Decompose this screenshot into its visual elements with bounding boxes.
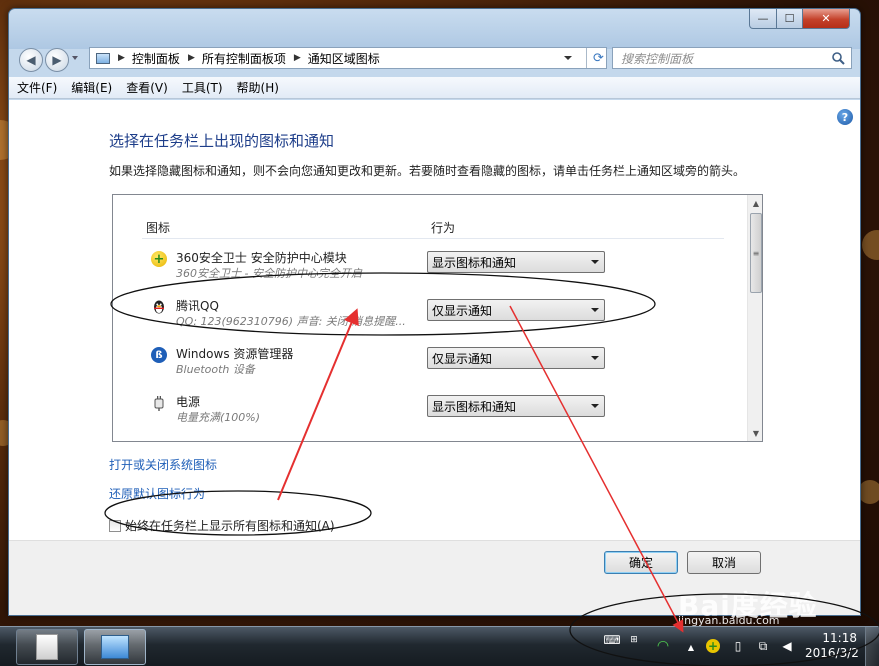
behavior-select[interactable]: 显示图标和通知 bbox=[427, 251, 605, 273]
checkbox-label: 始终在任务栏上显示所有图标和通知(A) bbox=[125, 519, 335, 533]
page-title: 选择在任务栏上出现的图标和通知 bbox=[109, 132, 335, 150]
list-item: 腾讯QQ QQ: 123(962310796) 声音: 关闭 消息提醒... 仅… bbox=[113, 293, 743, 337]
item-subtitle: Bluetooth 设备 bbox=[176, 363, 255, 376]
search-icon[interactable] bbox=[831, 51, 845, 65]
keyboard-icon[interactable]: ⌨ bbox=[603, 633, 620, 647]
notification-icons-list: 图标 行为 + 360安全卫士 安全防护中心模块 360安全卫士 - 安全防护中… bbox=[112, 194, 763, 442]
wallpaper-bokeh bbox=[862, 230, 879, 260]
breadcrumb-separator: ▶ bbox=[293, 53, 301, 63]
bluetooth-icon: ß bbox=[151, 347, 167, 363]
back-button[interactable]: ◀ bbox=[19, 48, 43, 72]
show-all-icons-checkbox[interactable]: 始终在任务栏上显示所有图标和通知(A) bbox=[109, 517, 335, 534]
chevron-down-icon bbox=[591, 356, 599, 360]
taskbar-clock[interactable]: 11:18 2016/3/2 bbox=[805, 631, 859, 661]
header-divider bbox=[142, 238, 724, 239]
maximize-button[interactable]: ☐ bbox=[776, 9, 803, 29]
360-icon: + bbox=[151, 251, 167, 267]
input-method-icon[interactable]: ⊞ bbox=[627, 633, 641, 647]
main-content: ? 选择在任务栏上出现的图标和通知 如果选择隐藏图标和通知，则不会向您通知更改和… bbox=[9, 100, 860, 540]
wifi-icon[interactable]: ◠ bbox=[656, 638, 670, 654]
360-tray-icon[interactable]: + bbox=[706, 639, 720, 653]
power-tray-icon[interactable]: ▯ bbox=[731, 639, 745, 653]
item-subtitle: QQ: 123(962310796) 声音: 关闭 消息提醒... bbox=[176, 315, 406, 328]
clock-date: 2016/3/2 bbox=[805, 646, 859, 660]
menu-file[interactable]: 文件(F) bbox=[17, 79, 57, 96]
list-scrollbar[interactable]: ▲ ≡ ▼ bbox=[747, 195, 762, 441]
ok-button[interactable]: 确定 bbox=[604, 551, 678, 574]
address-bar[interactable]: ▶ 控制面板 ▶ 所有控制面板项 ▶ 通知区域图标 bbox=[89, 47, 607, 69]
taskbar-item-explorer[interactable] bbox=[16, 629, 78, 665]
breadcrumb-item[interactable]: 控制面板 bbox=[132, 50, 180, 67]
behavior-select[interactable]: 仅显示通知 bbox=[427, 347, 605, 369]
show-hidden-icons-arrow[interactable]: ▲ bbox=[684, 640, 698, 654]
restore-default-link[interactable]: 还原默认图标行为 bbox=[109, 485, 205, 502]
item-name: Windows 资源管理器 bbox=[176, 347, 294, 361]
breadcrumb-item[interactable]: 通知区域图标 bbox=[308, 50, 380, 67]
item-subtitle: 电量充满(100%) bbox=[176, 411, 261, 424]
column-header-behavior: 行为 bbox=[431, 221, 456, 235]
folder-icon bbox=[36, 634, 58, 660]
cancel-button[interactable]: 取消 bbox=[687, 551, 761, 574]
item-name: 360安全卫士 安全防护中心模块 bbox=[176, 251, 347, 265]
show-desktop-button[interactable] bbox=[865, 627, 879, 666]
list-item: 电源 电量充满(100%) 显示图标和通知 bbox=[113, 389, 743, 433]
search-input[interactable]: 搜索控制面板 bbox=[613, 50, 831, 67]
scrollbar-thumb[interactable]: ≡ bbox=[750, 213, 762, 293]
column-header-icon: 图标 bbox=[146, 221, 171, 235]
computer-icon bbox=[96, 52, 110, 64]
wallpaper-bokeh bbox=[858, 480, 879, 504]
menu-help[interactable]: 帮助(H) bbox=[237, 79, 279, 96]
menu-edit[interactable]: 编辑(E) bbox=[71, 79, 112, 96]
refresh-icon: ⟳ bbox=[593, 50, 604, 66]
item-subtitle: 360安全卫士 - 安全防护中心完全开启 bbox=[176, 267, 362, 280]
control-panel-window: — ☐ ✕ ◀ ▶ ▶ 控制面板 ▶ 所有控制面板项 ▶ 通知区域图标 ⟳ 搜索… bbox=[8, 8, 861, 616]
menu-bar: 文件(F) 编辑(E) 查看(V) 工具(T) 帮助(H) bbox=[9, 77, 860, 99]
chevron-down-icon bbox=[591, 260, 599, 264]
control-panel-icon bbox=[101, 635, 129, 659]
network-tray-icon[interactable]: ⧉ bbox=[756, 639, 770, 653]
menu-tools[interactable]: 工具(T) bbox=[182, 79, 223, 96]
item-name: 电源 bbox=[176, 395, 201, 409]
forward-button[interactable]: ▶ bbox=[45, 48, 69, 72]
breadcrumb-separator: ▶ bbox=[187, 53, 195, 63]
item-name: 腾讯QQ bbox=[176, 299, 219, 313]
taskbar: ⌨ ⊞ ◠ ▲ + ▯ ⧉ ◀ 11:18 2016/3/2 bbox=[0, 626, 879, 666]
taskbar-item-control-panel[interactable] bbox=[84, 629, 146, 665]
breadcrumb-item[interactable]: 所有控制面板项 bbox=[202, 50, 286, 67]
minimize-button[interactable]: — bbox=[749, 9, 777, 29]
volume-icon[interactable]: ◀ bbox=[780, 639, 794, 653]
breadcrumb-separator: ▶ bbox=[118, 53, 125, 63]
page-description: 如果选择隐藏图标和通知，则不会向您通知更改和更新。若要随时查看隐藏的图标，请单击… bbox=[109, 164, 746, 178]
list-item: + 360安全卫士 安全防护中心模块 360安全卫士 - 安全防护中心完全开启 … bbox=[113, 245, 743, 289]
power-plug-icon bbox=[154, 396, 164, 411]
address-dropdown-icon[interactable] bbox=[564, 56, 572, 60]
scroll-up-icon[interactable]: ▲ bbox=[748, 195, 762, 211]
help-icon[interactable]: ? bbox=[837, 109, 853, 125]
list-item: ß Windows 资源管理器 Bluetooth 设备 仅显示通知 bbox=[113, 341, 743, 385]
clock-time: 11:18 bbox=[822, 631, 857, 645]
chevron-down-icon bbox=[591, 308, 599, 312]
close-button[interactable]: ✕ bbox=[802, 9, 850, 29]
recent-pages-dropdown[interactable] bbox=[72, 56, 78, 60]
arrow-right-icon: ▶ bbox=[52, 53, 62, 67]
menu-view[interactable]: 查看(V) bbox=[126, 79, 168, 96]
system-icons-link[interactable]: 打开或关闭系统图标 bbox=[109, 456, 217, 473]
qq-penguin-icon bbox=[154, 300, 164, 314]
checkbox-box[interactable] bbox=[109, 519, 121, 532]
chevron-down-icon bbox=[591, 404, 599, 408]
scroll-down-icon[interactable]: ▼ bbox=[748, 425, 762, 441]
arrow-left-icon: ◀ bbox=[26, 53, 36, 67]
refresh-button[interactable]: ⟳ bbox=[586, 48, 610, 68]
search-box[interactable]: 搜索控制面板 bbox=[612, 47, 852, 69]
behavior-select[interactable]: 显示图标和通知 bbox=[427, 395, 605, 417]
behavior-select[interactable]: 仅显示通知 bbox=[427, 299, 605, 321]
